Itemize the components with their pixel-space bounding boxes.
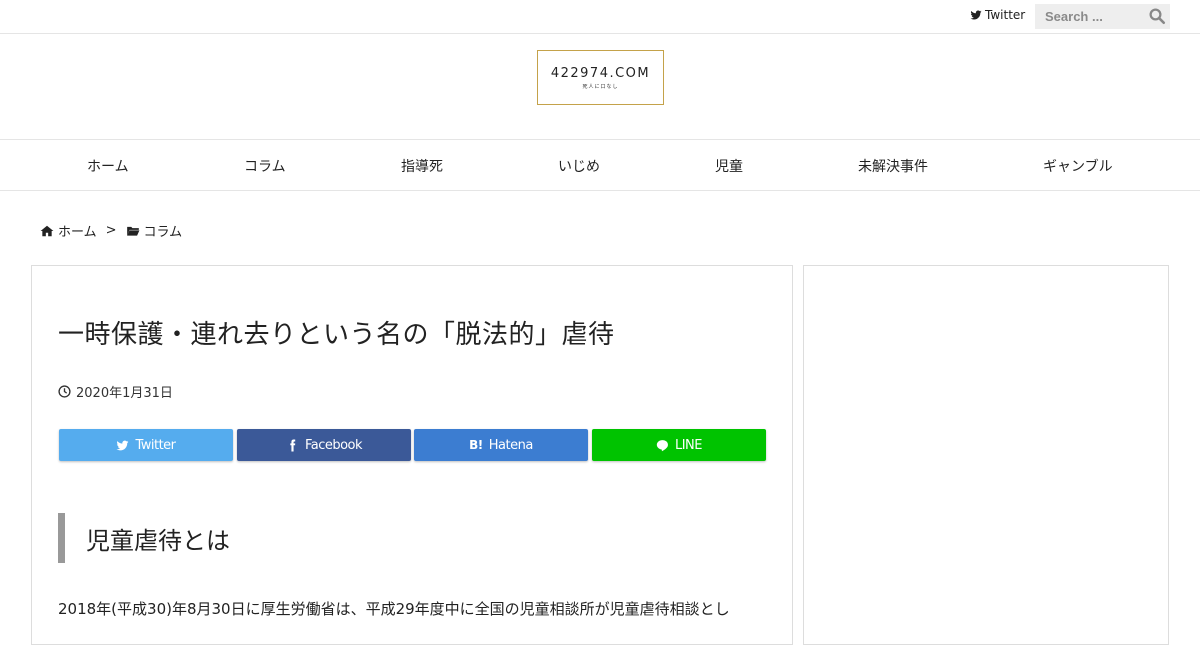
article-body: 2018年(平成30)年8月30日に厚生労働省は、平成29年度中に全国の児童相談…: [58, 600, 730, 618]
breadcrumb-category[interactable]: コラム: [144, 221, 183, 240]
clock-icon: [58, 385, 71, 398]
site-logo[interactable]: 422974.COM 死人に口なし: [537, 50, 664, 105]
folder-icon: [126, 226, 139, 236]
article-card: 一時保護・連れ去りという名の「脱法的」虐待 2020年1月31日 Twitter…: [31, 265, 793, 645]
home-icon: [40, 225, 54, 236]
twitter-icon: [116, 440, 129, 450]
breadcrumb-separator: >: [105, 223, 117, 238]
top-twitter-link[interactable]: Twitter: [970, 8, 1025, 22]
search-input[interactable]: [1035, 4, 1140, 29]
twitter-icon: [970, 10, 982, 20]
hatena-icon: B!: [469, 438, 483, 452]
section-heading: 児童虐待とは: [58, 513, 758, 563]
logo-main-text: 422974.COM: [550, 65, 651, 81]
global-nav: ホーム コラム 指導死 いじめ 児童 未解決事件 ギャンブル: [0, 139, 1200, 191]
share-facebook-label: Facebook: [304, 437, 363, 453]
facebook-icon: [290, 439, 296, 451]
share-twitter-button[interactable]: Twitter: [59, 429, 233, 461]
nav-item-column[interactable]: コラム: [244, 156, 286, 176]
logo-sub-text: 死人に口なし: [582, 83, 619, 90]
post-date-text: 2020年1月31日: [76, 386, 173, 401]
search-box: [1035, 4, 1170, 29]
share-twitter-label: Twitter: [135, 437, 176, 453]
nav-item-gamble[interactable]: ギャンブル: [1043, 156, 1113, 176]
share-hatena-label: Hatena: [488, 437, 534, 453]
share-hatena-button[interactable]: B! Hatena: [414, 429, 588, 461]
share-facebook-button[interactable]: Facebook: [237, 429, 411, 461]
share-line-button[interactable]: LINE: [592, 429, 766, 461]
nav-item-jidou[interactable]: 児童: [715, 156, 743, 176]
nav-item-unsolved[interactable]: 未解決事件: [858, 156, 928, 176]
top-bar: Twitter: [0, 0, 1200, 34]
post-date: 2020年1月31日: [58, 382, 173, 401]
sidebar: [803, 265, 1169, 645]
breadcrumb-home[interactable]: ホーム: [58, 221, 97, 240]
search-icon[interactable]: [1148, 7, 1166, 25]
breadcrumb: ホーム > コラム: [40, 221, 182, 240]
nav-item-shidoushi[interactable]: 指導死: [401, 156, 443, 176]
top-twitter-label: Twitter: [985, 8, 1026, 22]
share-line-label: LINE: [674, 437, 703, 453]
nav-item-ijime[interactable]: いじめ: [558, 156, 600, 176]
article-title: 一時保護・連れ去りという名の「脱法的」虐待: [58, 320, 615, 350]
line-icon: [656, 439, 668, 451]
nav-item-home[interactable]: ホーム: [87, 156, 129, 176]
